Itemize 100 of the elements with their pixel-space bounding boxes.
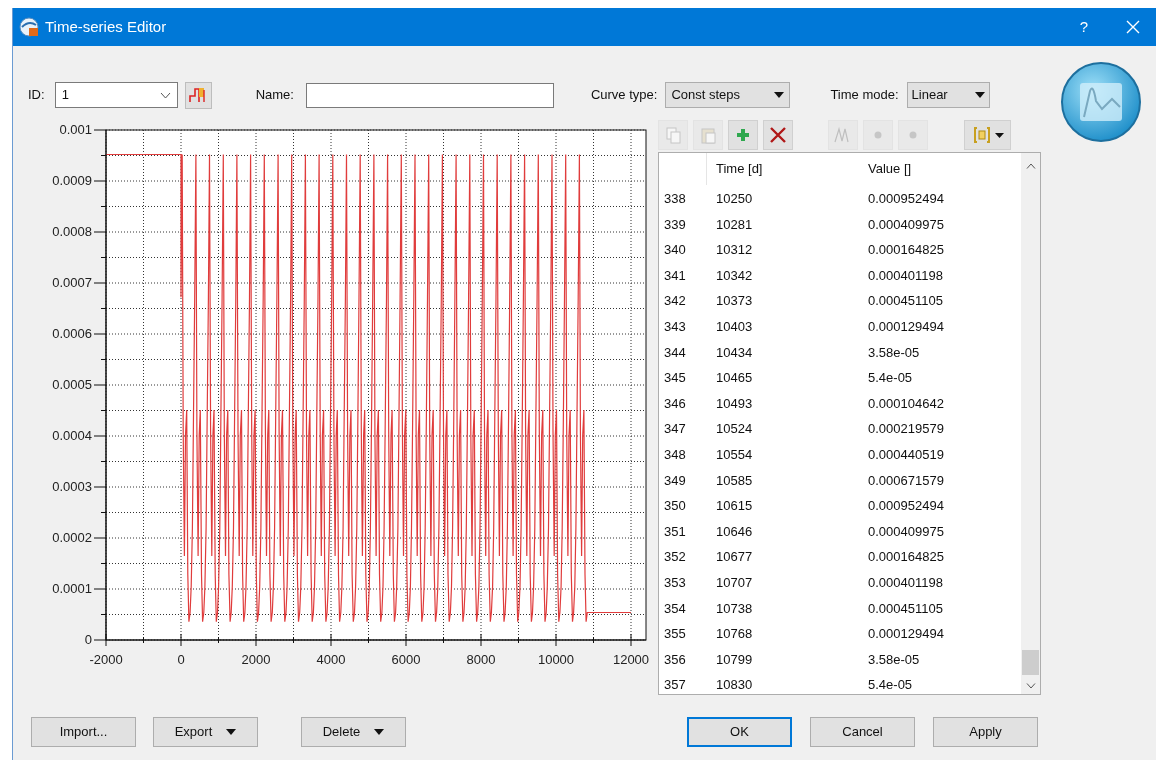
caret-icon: [994, 132, 1004, 138]
table-cell-text: 0.000451105: [867, 599, 943, 618]
table-cell-text: 0.000671579: [867, 471, 944, 490]
row-number: 349: [663, 471, 687, 490]
table-cell-text: 0.000952494: [867, 497, 944, 516]
table-cell-text: 10554: [715, 446, 754, 464]
table-cell-text: 0.000164825: [867, 241, 944, 260]
table-cell-text: 10799: [715, 650, 754, 669]
bracket-icon: [971, 125, 992, 145]
dialog-button[interactable]: Export: [153, 717, 258, 747]
dialog-button[interactable]: Cancel: [810, 717, 915, 747]
row-number: 342: [663, 292, 687, 311]
row-number: 338: [663, 190, 687, 209]
format-dropdown-button[interactable]: [964, 120, 1011, 150]
x-tick-label: 4000: [316, 652, 346, 667]
column-header[interactable]: Value []: [859, 159, 912, 179]
table-cell-text: 0.000164825: [867, 548, 944, 567]
chevron-down-icon: [1025, 683, 1036, 689]
x-tick-label: 8000: [466, 652, 496, 667]
dialog-button[interactable]: Apply: [933, 717, 1038, 747]
table-cell-text: 0.000401198: [867, 266, 943, 285]
y-tick-label: 0.0007: [52, 275, 92, 290]
table-cell-text: 0.000409975: [867, 215, 944, 234]
curve-type-dropdown[interactable]: Const steps: [665, 82, 791, 108]
table-cell-text: 0.000129494: [867, 318, 944, 336]
table-cell-text: 10615: [715, 497, 754, 516]
close-icon[interactable]: [1126, 20, 1140, 34]
table-cell-text: 10434: [715, 343, 754, 362]
row-number: 347: [663, 420, 687, 439]
dialog-button[interactable]: Delete: [301, 717, 406, 747]
scrollbar[interactable]: [1021, 153, 1040, 694]
column-header[interactable]: Time [d]: [707, 159, 859, 179]
y-tick-label: 0.0006: [52, 326, 92, 341]
window-title: Time-series Editor: [45, 16, 167, 37]
row-number: 339: [663, 215, 687, 234]
table-cell-text: 0.000409975: [867, 522, 944, 541]
table-cell-text: 10403: [715, 318, 754, 336]
table-cell-text: 0.000219579: [867, 420, 944, 439]
table-cell-text: 10707: [715, 573, 754, 592]
row-number: 357: [663, 676, 687, 694]
x-tick-label: 12000: [612, 652, 650, 667]
table-cell-text: 10250: [715, 190, 754, 209]
scrollbar-thumb[interactable]: [1022, 650, 1039, 675]
dialog-button[interactable]: OK: [687, 717, 792, 747]
table-cell-text: 0.000401198: [867, 573, 943, 592]
delete-icon: [768, 125, 788, 145]
table-cell-text: 10677: [715, 548, 754, 567]
table-cell-text: 10830: [715, 676, 754, 694]
chart-app-logo-icon: [1060, 61, 1142, 143]
table-cell-text: 10465: [715, 369, 754, 388]
x-tick-label: 10000: [537, 652, 575, 667]
table-cell-text: 0.000451105: [867, 292, 943, 311]
row-number: 348: [663, 446, 687, 464]
id-combobox[interactable]: 1: [54, 82, 178, 108]
y-tick-label: 0.0005: [52, 377, 92, 392]
y-tick-label: 0.0008: [52, 224, 92, 239]
table-cell-text: 10493: [715, 394, 754, 413]
table-cell-text: 5.4e-05: [867, 369, 913, 388]
y-tick-label: 0.0009: [52, 173, 92, 188]
y-tick-label: 0.0004: [52, 428, 92, 443]
table-cell-text: 10342: [715, 266, 754, 285]
row-number: 350: [663, 497, 687, 516]
x-tick-label: 0: [177, 652, 185, 667]
row-number: 354: [663, 599, 687, 618]
y-tick-label: 0.001: [59, 122, 92, 137]
table-cell-text: 0.000104642: [867, 394, 944, 413]
table-cell-text: 5.4e-05: [867, 676, 913, 694]
time-mode-label: Time mode:: [830, 86, 899, 105]
toolbar-button[interactable]: [728, 120, 758, 150]
y-tick-label: 0: [84, 632, 92, 647]
curve-type-label: Curve type:: [590, 86, 658, 105]
help-button[interactable]: ?: [1079, 15, 1088, 39]
table-cell-text: 10281: [715, 215, 754, 234]
row-number: 353: [663, 573, 687, 592]
time-mode-dropdown[interactable]: Linear: [906, 82, 990, 108]
y-tick-label: 0.0002: [52, 530, 92, 545]
table-cell-text: 0.000952494: [867, 190, 944, 209]
table-cell-text: 10585: [715, 471, 754, 490]
x-tick-label: -2000: [89, 652, 123, 667]
x-tick-label: 6000: [391, 652, 421, 667]
y-tick-label: 0.0003: [52, 479, 92, 494]
table-cell-text: 10524: [715, 420, 754, 439]
row-number: 356: [663, 650, 687, 669]
step-curve-button[interactable]: [184, 81, 212, 109]
row-number: 352: [663, 548, 687, 567]
row-number: 351: [663, 522, 687, 541]
table-cell-text: 3.58e-05: [867, 650, 920, 669]
row-number: 340: [663, 241, 687, 260]
y-tick-label: 0.0001: [52, 581, 92, 596]
table-cell-text: 0.000440519: [867, 446, 944, 464]
toolbar-button[interactable]: [763, 120, 793, 150]
table-cell-text: 10646: [715, 522, 754, 541]
caret-icon: [974, 92, 985, 98]
table-cell-text: 3.58e-05: [867, 343, 920, 362]
name-field[interactable]: [305, 82, 554, 108]
row-number: 345: [663, 369, 687, 388]
clipboard-icon: [698, 125, 718, 145]
dialog-button[interactable]: Import...: [31, 717, 136, 747]
row-number: 343: [663, 318, 687, 336]
app-icon: [19, 17, 39, 37]
